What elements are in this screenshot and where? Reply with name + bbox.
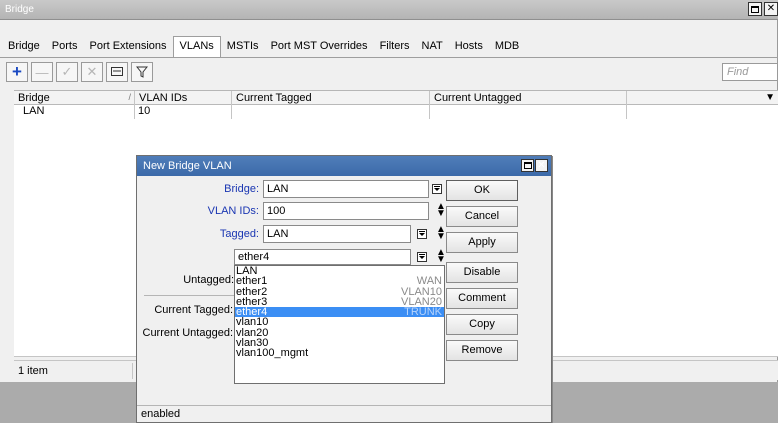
tab-mdb[interactable]: MDB [489,36,525,57]
comment-button[interactable]: Comment [446,288,518,309]
cell-bridge: LAN [23,105,45,117]
item-count: 1 item [18,365,48,377]
tab-mstis[interactable]: MSTIs [221,36,265,57]
tab-divider [0,57,778,58]
dialog-maximize-icon[interactable] [521,159,534,172]
filter-icon[interactable] [131,62,153,82]
untagged-label: Untagged: [183,274,234,286]
interface-dropdown-list: LAN ether1 WAN ether2 VLAN10 ether3 VLAN20 … [234,265,445,384]
window-titlebar[interactable]: Bridge ✕ [0,0,778,20]
current-tagged-label: Current Tagged: [154,304,233,316]
tab-vlans[interactable]: VLANs [172,36,221,57]
add-icon[interactable]: + [6,62,28,82]
dialog-close-icon[interactable]: ✕ [535,159,548,172]
column-current-untagged[interactable]: Current Untagged [429,91,626,105]
toolbar: + — ✓ ✕ [6,62,153,82]
window-title: Bridge [5,4,34,15]
tagged-field-2[interactable]: ether4 [234,249,411,265]
bridge-dropdown-icon[interactable] [430,182,444,196]
tab-ports[interactable]: Ports [46,36,84,57]
tab-bridge[interactable]: Bridge [2,36,46,57]
dropdown-option[interactable]: vlan100_mgmt [235,348,444,359]
enable-check-icon[interactable]: ✓ [56,62,78,82]
dialog-status-bar: enabled [137,405,551,422]
tagged-2-dropdown-icon[interactable] [415,250,429,264]
column-bridge[interactable]: Bridge / [14,91,134,105]
tagged-dropdown-icon[interactable] [415,227,429,241]
apply-button[interactable]: Apply [446,232,518,253]
tab-port-extensions[interactable]: Port Extensions [83,36,172,57]
vlan-ids-updown-icon[interactable]: ▲ ▼ [436,202,446,219]
tagged-field[interactable]: LAN [263,225,411,243]
copy-button[interactable]: Copy [446,314,518,335]
cell-vlan-ids: 10 [138,105,151,117]
tagged-2-updown-icon[interactable]: ▲ ▼ [436,248,446,265]
bridge-field[interactable]: LAN [263,180,429,198]
column-current-tagged[interactable]: Current Tagged [231,91,429,105]
cancel-button[interactable]: Cancel [446,206,518,227]
tab-nat[interactable]: NAT [416,36,449,57]
table-header: Bridge / VLAN IDs Current Tagged Current … [14,91,778,105]
disable-button[interactable]: Disable [446,262,518,283]
vlan-ids-label: VLAN IDs: [207,205,259,217]
remove-button[interactable]: Remove [446,340,518,361]
disable-x-icon[interactable]: ✕ [81,62,103,82]
maximize-icon[interactable] [748,2,762,16]
tab-filters[interactable]: Filters [374,36,416,57]
vlan-ids-field[interactable]: 100 [263,202,429,220]
dialog-titlebar[interactable]: New Bridge VLAN ✕ [137,156,551,176]
table-row[interactable]: LAN 10 [14,105,778,119]
tab-hosts[interactable]: Hosts [449,36,489,57]
tab-port-mst-overrides[interactable]: Port MST Overrides [265,36,374,57]
remove-icon[interactable]: — [31,62,53,82]
current-untagged-label: Current Untagged: [142,327,234,339]
tagged-label: Tagged: [219,228,259,240]
divider [144,295,234,296]
dialog-title: New Bridge VLAN [143,160,232,172]
tab-bar: Bridge Ports Port Extensions VLANs MSTIs… [0,36,525,57]
column-extra: ▼ [626,91,778,105]
bridge-label: Bridge: [224,183,259,195]
close-icon[interactable]: ✕ [764,2,778,16]
find-input[interactable]: Find [722,63,778,81]
ok-button[interactable]: OK [446,180,518,201]
tagged-updown-icon[interactable]: ▲ ▼ [436,225,446,242]
dialog-status-text: enabled [141,408,181,420]
comment-icon[interactable] [106,62,128,82]
column-vlan-ids[interactable]: VLAN IDs [134,91,231,105]
